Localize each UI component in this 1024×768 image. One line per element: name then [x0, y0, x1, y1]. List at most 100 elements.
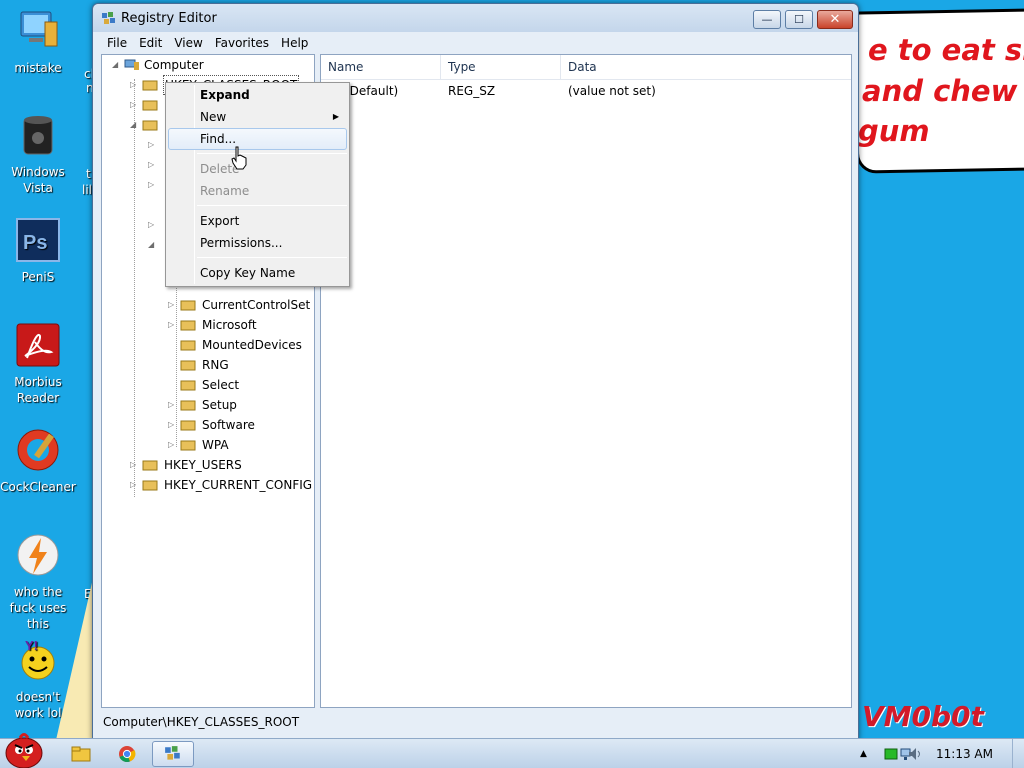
column-header-data[interactable]: Data	[561, 55, 851, 80]
desktop-icon-morbius-reader[interactable]: Morbius Reader	[0, 322, 76, 406]
tree-item-computer[interactable]: ◢ Computer	[102, 55, 314, 75]
tree-item-label: CurrentControlSet	[202, 298, 311, 312]
title-bar[interactable]: Registry Editor — ☐ ✕	[93, 4, 858, 32]
tree-item-label: Setup	[202, 398, 237, 412]
folder-icon	[142, 100, 158, 111]
tree-item-setup[interactable]: ▷ Setup	[102, 395, 314, 415]
collapse-arrow-icon[interactable]: ◢	[130, 115, 140, 135]
column-header-name[interactable]: Name	[321, 55, 441, 80]
tree-item-hkey-current-config[interactable]: ▷ HKEY_CURRENT_CONFIG	[102, 475, 314, 495]
desktop-icon-penis[interactable]: Ps PeniS	[0, 217, 76, 285]
context-menu-new[interactable]: New ▶	[168, 106, 347, 128]
wallpaper-text: and chew	[862, 74, 1018, 108]
expand-arrow-icon[interactable]: ▷	[130, 455, 140, 475]
tree-item-microsoft[interactable]: ▷ Microsoft	[102, 315, 314, 335]
values-list[interactable]: Name Type Data ab (Default) REG_SZ (valu…	[320, 54, 852, 708]
menu-view[interactable]: View	[168, 33, 208, 53]
tree-item-system[interactable]: ◢	[102, 235, 162, 255]
taskbar-chrome[interactable]	[108, 741, 146, 767]
partial-icon-label: lil	[82, 183, 93, 197]
expand-arrow-icon[interactable]: ▷	[148, 175, 158, 195]
expand-arrow-icon[interactable]: ▷	[148, 155, 158, 175]
folder-icon	[142, 480, 158, 491]
watermark-text: VM0b0t	[862, 700, 984, 733]
menu-favorites[interactable]: Favorites	[209, 33, 275, 53]
menu-edit[interactable]: Edit	[133, 33, 168, 53]
context-menu-export[interactable]: Export	[168, 210, 347, 232]
desktop-icon-label: CockCleaner	[0, 480, 76, 494]
collapse-arrow-icon[interactable]: ◢	[148, 235, 158, 255]
tree-item-label: MountedDevices	[202, 338, 302, 352]
action-center-icon[interactable]	[884, 747, 898, 761]
tree-item-hardware[interactable]: ▷	[102, 175, 162, 195]
registry-editor-icon	[165, 746, 180, 760]
folder-icon	[180, 360, 196, 371]
context-menu-item-label: New	[200, 110, 227, 124]
cleaner-icon	[17, 429, 59, 471]
expand-arrow-icon[interactable]: ▷	[168, 315, 178, 335]
taskbar-explorer[interactable]	[62, 741, 100, 767]
context-menu-expand[interactable]: Expand	[168, 84, 347, 106]
tree-item-wpa[interactable]: ▷ WPA	[102, 435, 314, 455]
menu-separator	[197, 257, 347, 258]
column-header-type[interactable]: Type	[441, 55, 561, 80]
chrome-icon	[119, 746, 136, 763]
desktop-icon-mistake[interactable]: mistake	[0, 8, 76, 76]
context-menu-rename[interactable]: Rename	[168, 180, 347, 202]
tree-item-select[interactable]: Select	[102, 375, 314, 395]
tree-item-bcd[interactable]: ▷	[102, 135, 162, 155]
close-button[interactable]: ✕	[817, 10, 853, 29]
minimize-button[interactable]: —	[753, 10, 781, 29]
show-hidden-icons-icon[interactable]: ▲	[860, 747, 874, 761]
expand-arrow-icon[interactable]: ▷	[148, 215, 158, 235]
show-desktop-button[interactable]	[1012, 739, 1024, 768]
tree-item-label: HKEY_USERS	[164, 458, 242, 472]
taskbar: ▲ 11:13 AM	[0, 733, 1024, 768]
tree-item-mounteddevices[interactable]: MountedDevices	[102, 335, 314, 355]
tree-item-label: Microsoft	[202, 318, 257, 332]
folder-icon	[180, 380, 196, 391]
maximize-button[interactable]: ☐	[785, 10, 813, 29]
status-bar: Computer\HKEY_CLASSES_ROOT	[103, 715, 300, 729]
context-menu-copy-key-name[interactable]: Copy Key Name	[168, 262, 347, 284]
tree-item-hkey-local-machine[interactable]: ◢	[102, 115, 162, 135]
volume-icon[interactable]	[908, 747, 922, 761]
menu-file[interactable]: File	[101, 33, 133, 53]
menu-help[interactable]: Help	[275, 33, 314, 53]
expand-arrow-icon[interactable]: ▷	[168, 395, 178, 415]
expand-arrow-icon[interactable]: ▷	[130, 475, 140, 495]
tree-item-label: Computer	[144, 58, 204, 72]
photoshop-icon: Ps	[16, 218, 60, 262]
context-menu-find[interactable]: Find...	[168, 128, 347, 150]
tree-item-software[interactable]: ▷ Software	[102, 415, 314, 435]
folder-icon	[180, 400, 196, 411]
expand-arrow-icon[interactable]: ▷	[130, 75, 140, 95]
computer-icon	[20, 11, 58, 47]
value-name: (Default)	[345, 84, 399, 98]
tree-item-hkey-current-user[interactable]: ▷	[102, 95, 162, 115]
expand-arrow-icon[interactable]: ▷	[168, 295, 178, 315]
taskbar-registry-editor[interactable]	[152, 741, 194, 767]
desktop-icon-who-uses-this[interactable]: who the fuck uses this	[0, 532, 76, 632]
wallpaper-text: e to eat shit	[868, 33, 1024, 67]
collapse-arrow-icon[interactable]: ◢	[112, 55, 122, 75]
expand-arrow-icon[interactable]: ▷	[168, 415, 178, 435]
tree-item-hkey-users[interactable]: ▷ HKEY_USERS	[102, 455, 314, 475]
taskbar-clock[interactable]: 11:13 AM	[936, 739, 993, 768]
expand-arrow-icon[interactable]: ▷	[168, 435, 178, 455]
tree-item-components[interactable]: ▷	[102, 155, 162, 175]
menu-separator	[197, 205, 347, 206]
expand-arrow-icon[interactable]: ▷	[130, 95, 140, 115]
tree-item-currentcontrolset[interactable]: ▷ CurrentControlSet	[102, 295, 314, 315]
tree-item-security[interactable]: ▷	[102, 215, 162, 235]
tree-item-rng[interactable]: RNG	[102, 355, 314, 375]
desktop-icon-cockcleaner[interactable]: CockCleaner	[0, 427, 76, 495]
tree-item-label: Select	[202, 378, 240, 392]
desktop-icon-windows-vista[interactable]: Windows Vista	[0, 112, 76, 196]
context-menu-permissions[interactable]: Permissions...	[168, 232, 347, 254]
context-menu-delete[interactable]: Delete	[168, 158, 347, 180]
start-button[interactable]	[0, 729, 48, 768]
expand-arrow-icon[interactable]: ▷	[148, 135, 158, 155]
tree-item-label: RNG	[202, 358, 229, 372]
folder-icon	[71, 746, 91, 762]
